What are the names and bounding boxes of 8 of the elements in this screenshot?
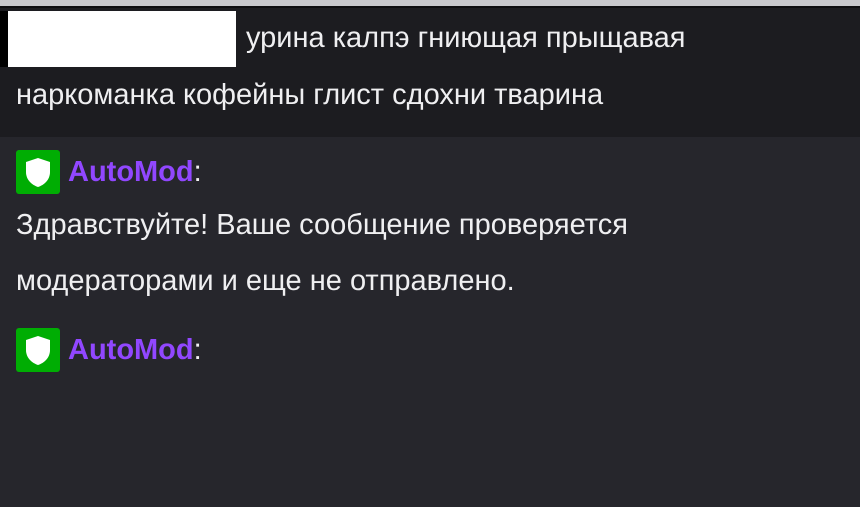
chat-message: Здравствуйте! Ваше сообщение проверяется модераторами и еще не отправлено. bbox=[16, 208, 629, 300]
username[interactable]: AutoMod bbox=[68, 156, 194, 189]
shield-icon bbox=[16, 150, 60, 194]
name-separator: : bbox=[194, 156, 202, 189]
username[interactable]: AutoMod bbox=[68, 334, 194, 367]
chat-message: урина калпэ гниющая прыщавая наркоманка кофейны глист сдохни тварина bbox=[16, 10, 776, 124]
name-separator: : bbox=[194, 334, 202, 367]
shield-icon bbox=[16, 328, 60, 372]
